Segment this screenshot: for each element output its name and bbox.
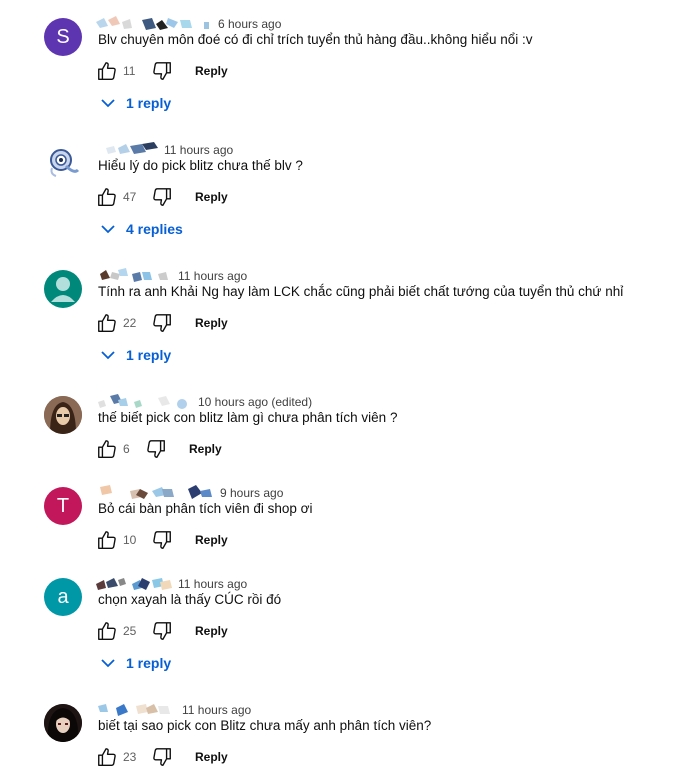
like-count: 22 — [123, 316, 137, 330]
view-replies-button[interactable]: 1 reply — [100, 653, 171, 673]
comment-header: 9 hours ago — [96, 485, 283, 501]
view-replies-button[interactable]: 4 replies — [100, 219, 183, 239]
comment-timestamp[interactable]: 11 hours ago — [178, 577, 247, 591]
chevron-down-icon — [101, 659, 115, 668]
comment-text: Bỏ cái bàn phân tích viên đi shop ơi — [98, 501, 313, 516]
comment-header: 11 hours ago — [96, 142, 233, 158]
comment-timestamp[interactable]: 9 hours ago — [220, 486, 283, 500]
thumbs-up-icon[interactable] — [96, 620, 118, 642]
anime-avatar-image — [44, 704, 82, 742]
avatar[interactable]: S — [44, 18, 82, 56]
reply-button[interactable]: Reply — [195, 750, 228, 764]
view-replies-button[interactable]: 1 reply — [100, 345, 171, 365]
comment-timestamp[interactable]: 6 hours ago — [218, 17, 281, 31]
comment-text: Blv chuyên môn đoé có đi chỉ trích tuyển… — [98, 32, 533, 47]
thumbs-up-icon[interactable] — [96, 438, 118, 460]
comment-actions: 25 Reply — [96, 619, 228, 643]
thumbs-up-icon[interactable] — [96, 312, 118, 334]
avatar[interactable] — [44, 704, 82, 742]
like-count: 47 — [123, 190, 137, 204]
cartoon-avatar-image — [50, 149, 80, 177]
thumbs-up-icon[interactable] — [96, 529, 118, 551]
reply-button[interactable]: Reply — [195, 624, 228, 638]
thumbs-up-icon[interactable] — [96, 186, 118, 208]
like-count: 6 — [123, 442, 130, 456]
comment-actions: 23 Reply — [96, 745, 228, 769]
chevron-down-icon — [101, 225, 115, 234]
replies-count-label: 1 reply — [126, 347, 172, 363]
avatar[interactable]: T — [44, 487, 82, 525]
avatar-letter: T — [56, 495, 70, 517]
thumbs-down-icon[interactable] — [145, 438, 167, 460]
comment-header: 11 hours ago — [96, 268, 247, 284]
blurred-username — [96, 578, 172, 590]
comment-header: 10 hours ago (edited) — [96, 394, 312, 410]
thumbs-down-icon[interactable] — [151, 746, 173, 768]
like-count: 11 — [123, 64, 136, 78]
blurred-username — [98, 394, 187, 409]
thumbs-down-icon[interactable] — [151, 312, 173, 334]
blurred-username — [98, 704, 170, 716]
reply-button[interactable]: Reply — [195, 190, 228, 204]
reply-button[interactable]: Reply — [189, 442, 222, 456]
thumbs-down-icon[interactable] — [151, 186, 173, 208]
comment-text: chọn xayah là thấy CÚC rồi đó — [98, 592, 282, 607]
comment-timestamp[interactable]: 11 hours ago — [182, 703, 251, 717]
blurred-username — [106, 142, 158, 154]
comment-header: 11 hours ago — [96, 576, 247, 592]
reply-button[interactable]: Reply — [195, 64, 228, 78]
comment-actions: 6 Reply — [96, 437, 222, 461]
avatar[interactable] — [44, 144, 82, 182]
thumbs-down-icon[interactable] — [151, 620, 173, 642]
comment-text: thế biết pick con blitz làm gì chưa phân… — [98, 410, 398, 425]
comment-timestamp[interactable]: 11 hours ago — [178, 269, 247, 283]
thumbs-down-icon[interactable] — [151, 60, 173, 82]
view-replies-button[interactable]: 1 reply — [100, 93, 171, 113]
comment-actions: 10 Reply — [96, 528, 228, 552]
comment-text: Hiểu lý do pick blitz chưa thế blv ? — [98, 158, 303, 173]
thumbs-up-icon[interactable] — [96, 746, 118, 768]
chevron-down-icon — [101, 99, 115, 108]
default-user-icon — [51, 277, 75, 302]
comment-actions: 47 Reply — [96, 185, 228, 209]
replies-count-label: 1 reply — [126, 95, 172, 111]
thumbs-up-icon[interactable] — [96, 60, 118, 82]
blurred-username — [96, 16, 209, 30]
avatar[interactable] — [44, 396, 82, 434]
chevron-down-icon — [101, 351, 115, 360]
avatar[interactable]: a — [44, 578, 82, 616]
reply-button[interactable]: Reply — [195, 316, 228, 330]
blurred-username — [100, 485, 212, 499]
thumbs-down-icon[interactable] — [151, 529, 173, 551]
comment-actions: 22 Reply — [96, 311, 228, 335]
comment-header: 6 hours ago — [96, 16, 281, 32]
like-count: 23 — [123, 750, 137, 764]
blurred-username — [100, 268, 168, 282]
photo-avatar-image — [44, 396, 82, 434]
replies-count-label: 4 replies — [126, 221, 183, 237]
comment-timestamp[interactable]: 11 hours ago — [164, 143, 233, 157]
replies-count-label: 1 reply — [126, 655, 172, 671]
comment-text: biết tại sao pick con Blitz chưa mấy anh… — [98, 718, 432, 733]
like-count: 25 — [123, 624, 137, 638]
comment-actions: 11 Reply — [96, 59, 228, 83]
like-count: 10 — [123, 533, 137, 547]
comment-timestamp[interactable]: 10 hours ago (edited) — [198, 395, 312, 409]
reply-button[interactable]: Reply — [195, 533, 228, 547]
avatar-letter: S — [56, 26, 70, 48]
avatar[interactable] — [44, 270, 82, 308]
avatar-letter: a — [57, 586, 69, 608]
comment-text: Tính ra anh Khải Ng hay làm LCK chắc cũn… — [98, 284, 624, 299]
comment-header: 11 hours ago — [96, 702, 251, 718]
